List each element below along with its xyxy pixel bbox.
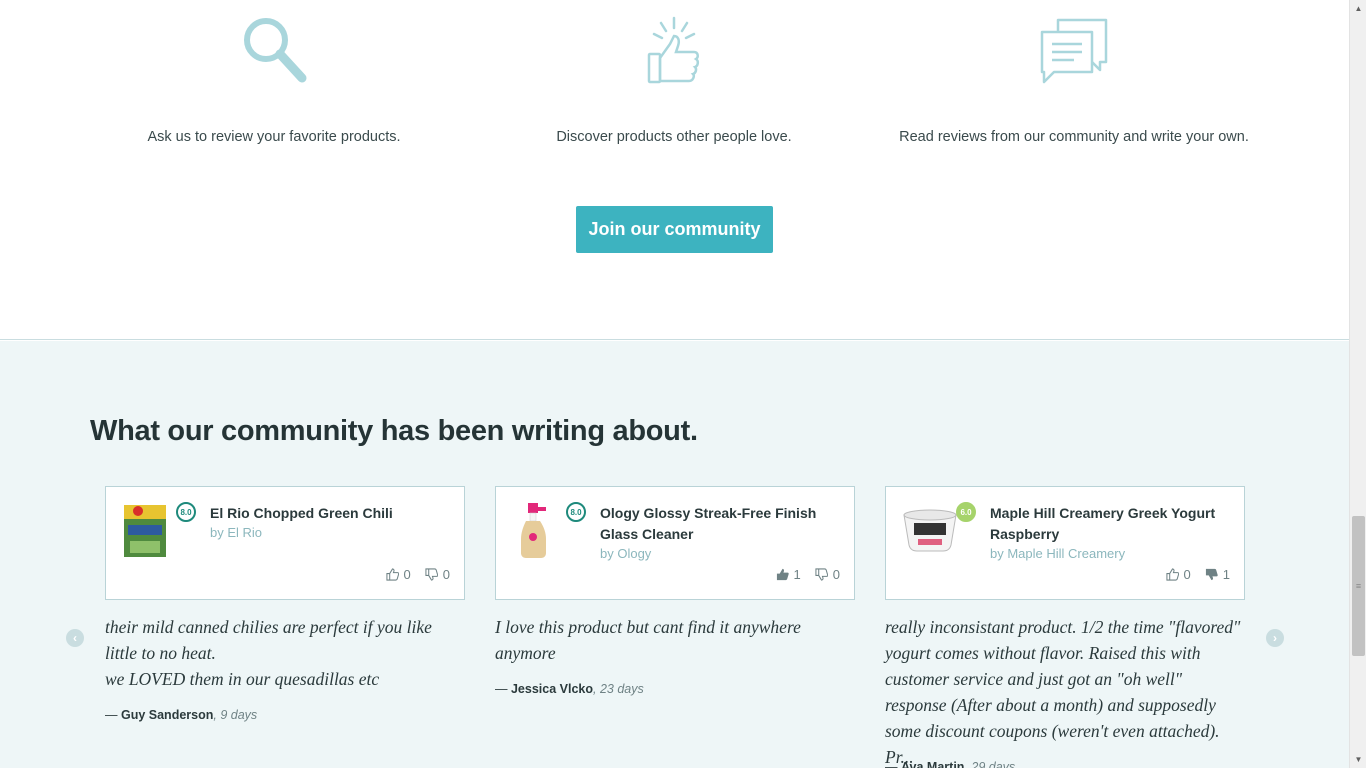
- review-author: — Jessica Vlcko, 23 days: [495, 682, 644, 696]
- carousel-next-button[interactable]: ›: [1266, 629, 1284, 647]
- vertical-scrollbar[interactable]: ▲ ≡ ▼: [1349, 0, 1366, 768]
- downvote-count: 0: [442, 567, 450, 582]
- product-brand[interactable]: by Maple Hill Creamery: [990, 546, 1125, 561]
- vote-controls: 0 0: [385, 567, 450, 582]
- score-badge: 8.0: [566, 502, 586, 522]
- product-brand[interactable]: by Ology: [600, 546, 651, 561]
- chevron-left-icon: ‹: [73, 631, 77, 645]
- review-age: , 9 days: [213, 708, 258, 722]
- product-thumbnail[interactable]: [120, 501, 170, 561]
- upvote-button[interactable]: 0: [385, 567, 411, 582]
- product-card[interactable]: 8.0 Ology Glossy Streak-Free Finish Glas…: [495, 486, 855, 600]
- thumbs-up-icon: [1165, 568, 1179, 581]
- join-community-button[interactable]: Join our community: [576, 206, 773, 253]
- author-dash: —: [495, 682, 508, 696]
- downvote-count: 1: [1222, 567, 1230, 582]
- score-badge: 8.0: [176, 502, 196, 522]
- author-name[interactable]: Ava Martin: [901, 760, 964, 768]
- product-thumbnail[interactable]: [900, 501, 960, 561]
- product-name[interactable]: Maple Hill Creamery Greek Yogurt Raspber…: [990, 503, 1230, 545]
- review-age: , 23 days: [593, 682, 644, 696]
- upvote-count: 1: [793, 567, 801, 582]
- upvote-button[interactable]: 0: [1165, 567, 1191, 582]
- vote-controls: 0 1: [1165, 567, 1230, 582]
- author-dash: —: [105, 708, 118, 722]
- thumbs-down-icon: [815, 568, 828, 581]
- downvote-count: 0: [832, 567, 840, 582]
- features-section: Ask us to review your favorite products.…: [0, 0, 1349, 340]
- feature-text: Read reviews from our community and writ…: [899, 129, 1249, 145]
- scroll-up-button[interactable]: ▲: [1350, 0, 1366, 17]
- feature-text: Ask us to review your favorite products.: [147, 129, 401, 145]
- score-badge: 6.0: [956, 502, 976, 522]
- product-card[interactable]: 8.0 El Rio Chopped Green Chili by El Rio…: [105, 486, 465, 600]
- review-age: , 29 days: [964, 760, 1016, 768]
- downvote-button[interactable]: 0: [815, 567, 840, 582]
- product-brand[interactable]: by El Rio: [210, 525, 262, 540]
- triangle-up-icon: ▲: [1354, 4, 1363, 13]
- review-text: I love this product but cant find it any…: [495, 614, 860, 666]
- thumbs-up-icon: [385, 568, 399, 581]
- feature-text: Discover products other people love.: [556, 129, 792, 145]
- product-card[interactable]: 6.0 Maple Hill Creamery Greek Yogurt Ras…: [885, 486, 1245, 600]
- downvote-button[interactable]: 0: [425, 567, 450, 582]
- upvote-count: 0: [403, 567, 411, 582]
- chevron-right-icon: ›: [1273, 631, 1277, 645]
- author-dash: —: [885, 760, 898, 768]
- scroll-down-button[interactable]: ▼: [1350, 751, 1366, 768]
- review-body: really inconsistant product. 1/2 the tim…: [885, 617, 1241, 767]
- upvote-button[interactable]: 1: [776, 567, 801, 582]
- chat-bubbles-icon: [1040, 18, 1108, 84]
- thumbs-up-icon: [647, 16, 700, 84]
- review-text: really inconsistant product. 1/2 the tim…: [885, 614, 1250, 768]
- grip-icon: ≡: [1355, 581, 1362, 591]
- thumbs-down-filled-icon: [1205, 568, 1218, 581]
- upvote-count: 0: [1183, 567, 1191, 582]
- scroll-thumb[interactable]: ≡: [1352, 516, 1365, 656]
- review-body: I love this product but cant find it any…: [495, 617, 801, 663]
- carousel-prev-button[interactable]: ‹: [66, 629, 84, 647]
- community-section: What our community has been writing abou…: [0, 341, 1349, 768]
- review-body: their mild canned chilies are perfect if…: [105, 617, 432, 689]
- triangle-down-icon: ▼: [1354, 755, 1363, 764]
- product-name[interactable]: El Rio Chopped Green Chili: [210, 503, 450, 524]
- review-text: their mild canned chilies are perfect if…: [105, 614, 470, 692]
- downvote-button[interactable]: 1: [1205, 567, 1230, 582]
- thumbs-up-filled-icon: [776, 568, 789, 581]
- section-title: What our community has been writing abou…: [90, 415, 698, 447]
- thumbs-down-icon: [425, 568, 438, 581]
- author-name[interactable]: Guy Sanderson: [121, 708, 213, 722]
- product-thumbnail[interactable]: [510, 501, 560, 561]
- product-name[interactable]: Ology Glossy Streak-Free Finish Glass Cl…: [600, 503, 840, 545]
- review-author: — Ava Martin, 29 days: [885, 760, 1015, 768]
- vote-controls: 1 0: [776, 567, 840, 582]
- author-name[interactable]: Jessica Vlcko: [511, 682, 593, 696]
- review-author: — Guy Sanderson, 9 days: [105, 708, 257, 722]
- magnifier-icon: [244, 18, 307, 83]
